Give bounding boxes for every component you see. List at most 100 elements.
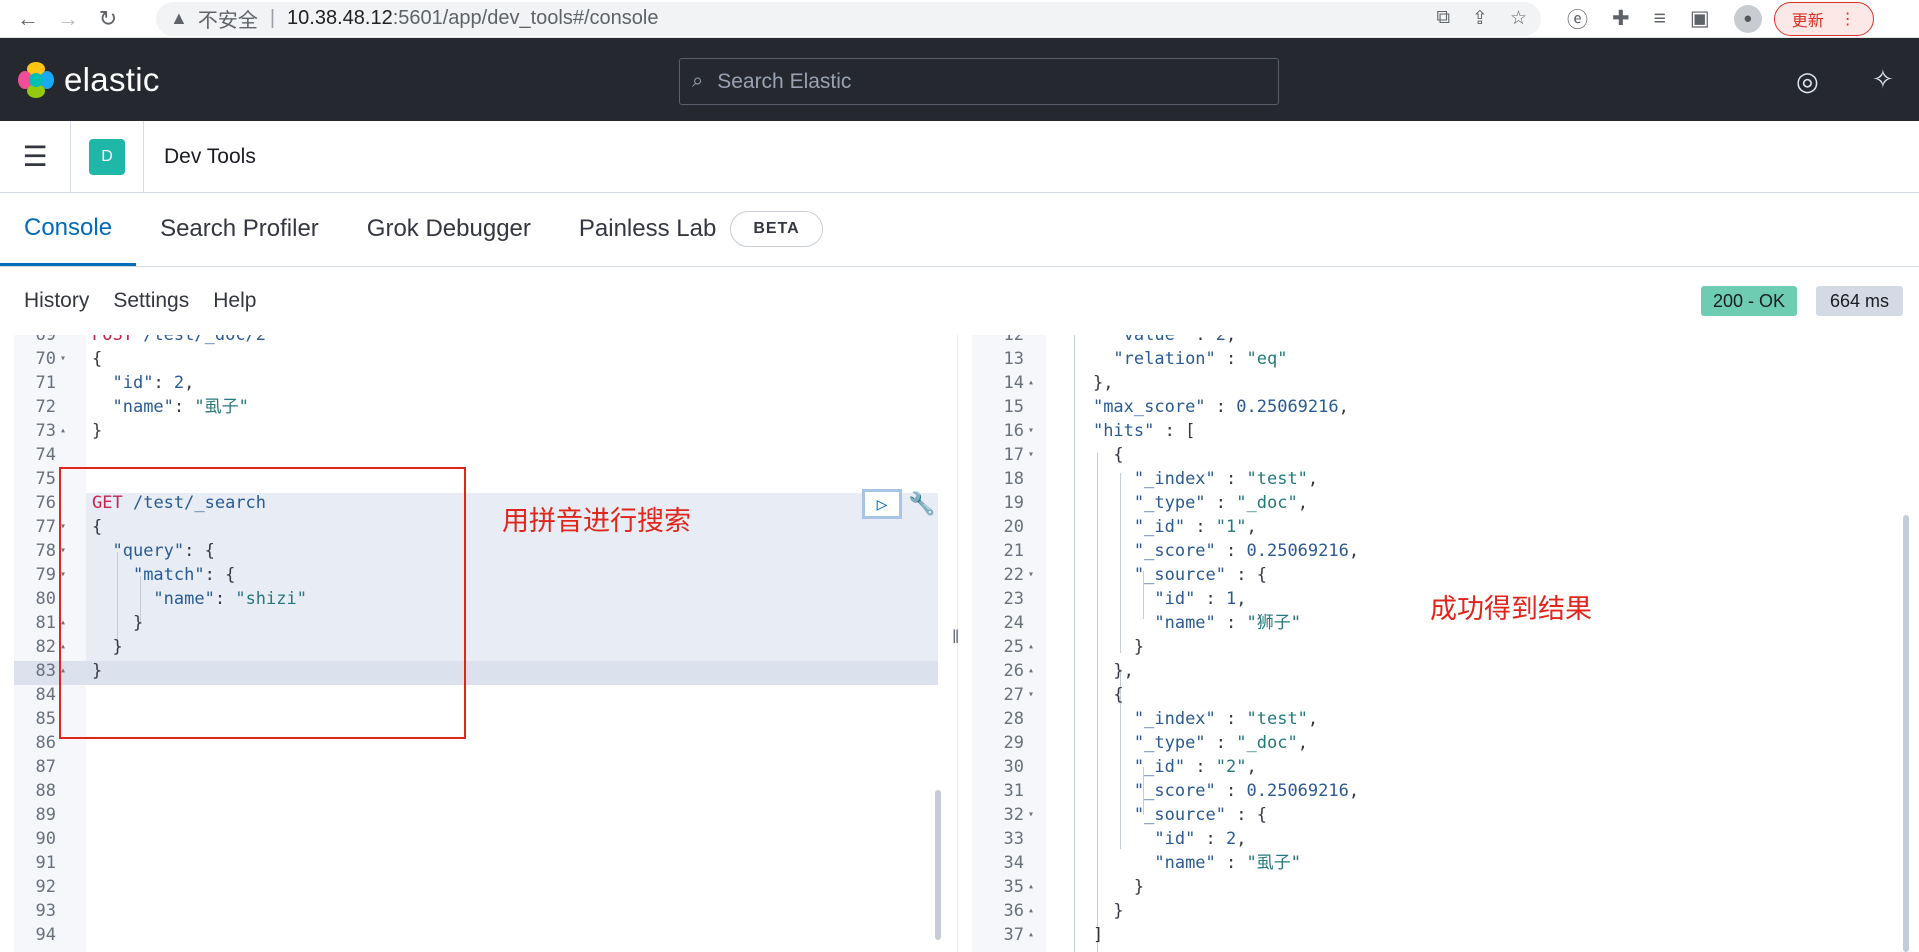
help-lifebuoy-icon[interactable]: ◎ <box>1796 66 1819 97</box>
fold-toggle-icon[interactable]: ▴ <box>60 419 66 443</box>
wrench-icon[interactable]: 🔧 <box>908 492 935 517</box>
code-text: ] <box>1092 925 1104 945</box>
code-line[interactable]: 94 <box>14 923 938 947</box>
extension-e-icon[interactable]: ⓔ <box>1567 4 1588 34</box>
code-line[interactable]: 22 ▾ "_source" : { <box>972 563 1907 587</box>
code-line[interactable]: 36 ▴ } <box>972 899 1907 923</box>
space-avatar[interactable]: D <box>89 138 125 175</box>
breadcrumb-title[interactable]: Dev Tools <box>164 145 256 169</box>
panel-resizer-handle[interactable]: ‖ <box>952 627 959 648</box>
fold-toggle-icon[interactable]: ▴ <box>1028 899 1034 923</box>
fold-toggle-icon[interactable]: ▴ <box>1028 875 1034 899</box>
tab-painless-lab[interactable]: Painless Lab BETA <box>555 192 823 266</box>
code-line[interactable]: 88 <box>14 779 938 803</box>
line-number: 26 <box>1003 661 1024 681</box>
code-line[interactable]: 70 ▾ { <box>14 347 938 371</box>
code-line[interactable]: 30 "_id" : "2", <box>972 755 1907 779</box>
fold-toggle-icon[interactable]: ▾ <box>1028 683 1034 707</box>
code-text: "_index" : "test", <box>1133 709 1319 729</box>
code-line[interactable]: 32 ▾ "_source" : { <box>972 803 1907 827</box>
media-list-icon[interactable]: ≡ <box>1654 7 1666 31</box>
request-scrollbar[interactable] <box>935 790 941 940</box>
code-line[interactable]: 12 "value" : 2, <box>972 335 1907 347</box>
code-line[interactable]: 33 "id" : 2, <box>972 827 1907 851</box>
kibana-header: elastic ⌕ Search Elastic ◎ ✧ <box>0 38 1919 121</box>
puzzle-icon[interactable]: ✚ <box>1612 6 1630 31</box>
fold-toggle-icon[interactable]: ▴ <box>1028 659 1034 683</box>
line-number: 87 <box>35 757 56 777</box>
reload-icon[interactable]: ↻ <box>88 3 128 35</box>
translate-icon[interactable]: ⧉ <box>1436 7 1450 30</box>
code-line[interactable]: 34 "name" : "虱子" <box>972 851 1907 875</box>
fold-toggle-icon[interactable]: ▴ <box>1028 371 1034 395</box>
sidepanel-icon[interactable]: ▣ <box>1690 6 1710 31</box>
fold-toggle-icon[interactable]: ▴ <box>1028 923 1034 947</box>
code-line[interactable]: 20 "_id" : "1", <box>972 515 1907 539</box>
code-line[interactable]: 73 ▴} <box>14 419 938 443</box>
fold-toggle-icon[interactable]: ▴ <box>1028 635 1034 659</box>
code-line[interactable]: 26 ▴ }, <box>972 659 1907 683</box>
code-line[interactable]: 35 ▴ } <box>972 875 1907 899</box>
bookmark-star-icon[interactable]: ☆ <box>1510 7 1527 30</box>
fold-toggle-icon[interactable]: ▾ <box>1028 803 1034 827</box>
response-scrollbar[interactable] <box>1903 515 1909 952</box>
share-icon[interactable]: ⇪ <box>1472 7 1488 30</box>
code-line[interactable]: 37 ▴ ] <box>972 923 1907 947</box>
line-number: 72 <box>35 397 56 417</box>
code-line[interactable]: 29 "_type" : "_doc", <box>972 731 1907 755</box>
code-line[interactable]: 14 ▴ }, <box>972 371 1907 395</box>
search-icon: ⌕ <box>692 70 704 92</box>
fold-toggle-icon[interactable]: ▾ <box>60 347 66 371</box>
global-search-input[interactable]: ⌕ Search Elastic <box>679 58 1279 105</box>
history-link[interactable]: History <box>24 289 89 313</box>
fold-toggle-icon[interactable]: ▾ <box>1028 443 1034 467</box>
code-line[interactable]: 27 ▾ { <box>972 683 1907 707</box>
code-line[interactable]: 25 ▴ } <box>972 635 1907 659</box>
newsfeed-icon[interactable]: ✧ <box>1872 64 1894 95</box>
code-line[interactable]: 31 "_score" : 0.25069216, <box>972 779 1907 803</box>
code-line[interactable]: 17 ▾ { <box>972 443 1907 467</box>
fold-toggle-icon[interactable]: ▾ <box>1028 419 1034 443</box>
line-number: 19 <box>1003 493 1024 513</box>
code-line[interactable]: 21 "_score" : 0.25069216, <box>972 539 1907 563</box>
code-line[interactable]: 74 <box>14 443 938 467</box>
code-line[interactable]: 72 "name": "虱子" <box>14 395 938 419</box>
code-line[interactable]: 69 POST /test/_doc/2 <box>14 335 938 347</box>
code-line[interactable]: 71 "id": 2, <box>14 371 938 395</box>
line-number: 81 <box>35 613 56 633</box>
forward-icon[interactable]: → <box>48 3 88 35</box>
code-line[interactable]: 15 "max_score" : 0.25069216, <box>972 395 1907 419</box>
code-text: { <box>1113 685 1124 705</box>
back-icon[interactable]: ← <box>8 3 48 35</box>
elastic-logo[interactable]: elastic <box>18 61 160 99</box>
code-line[interactable]: 19 "_type" : "_doc", <box>972 491 1907 515</box>
fold-toggle-icon[interactable]: ▾ <box>1028 563 1034 587</box>
code-line[interactable]: 89 <box>14 803 938 827</box>
line-number: 21 <box>1003 541 1024 561</box>
line-number: 89 <box>35 805 56 825</box>
settings-link[interactable]: Settings <box>113 289 189 313</box>
code-line[interactable]: 28 "_index" : "test", <box>972 707 1907 731</box>
code-text: "_source" : { <box>1133 805 1267 825</box>
update-button[interactable]: 更新 ⋮ <box>1773 1 1874 36</box>
line-number: 17 <box>1003 445 1024 465</box>
help-link[interactable]: Help <box>213 289 256 313</box>
menu-hamburger-icon[interactable]: ☰ <box>0 140 70 173</box>
code-text: "_type" : "_doc", <box>1133 733 1308 753</box>
code-line[interactable]: 92 <box>14 875 938 899</box>
address-bar[interactable]: ▲ 不安全 | 10.38.48.12 :5601/app/dev_tools#… <box>156 1 1541 36</box>
code-line[interactable]: 16 ▾ "hits" : [ <box>972 419 1907 443</box>
profile-avatar[interactable]: ● <box>1733 4 1762 33</box>
code-line[interactable]: 18 "_index" : "test", <box>972 467 1907 491</box>
code-line[interactable]: 13 "relation" : "eq" <box>972 347 1907 371</box>
code-line[interactable]: 87 <box>14 755 938 779</box>
response-editor[interactable]: 12 "value" : 2, 13 "relation" : "eq" 14 ▴ }… <box>972 335 1919 952</box>
code-line[interactable]: 90 <box>14 827 938 851</box>
code-line[interactable]: 91 <box>14 851 938 875</box>
line-number: 88 <box>35 781 56 801</box>
send-request-button[interactable]: ▷ <box>862 489 902 519</box>
tab-grok-debugger[interactable]: Grok Debugger <box>343 192 555 266</box>
code-line[interactable]: 93 <box>14 899 938 923</box>
tab-search-profiler[interactable]: Search Profiler <box>136 192 343 266</box>
tab-console[interactable]: Console <box>0 192 137 266</box>
